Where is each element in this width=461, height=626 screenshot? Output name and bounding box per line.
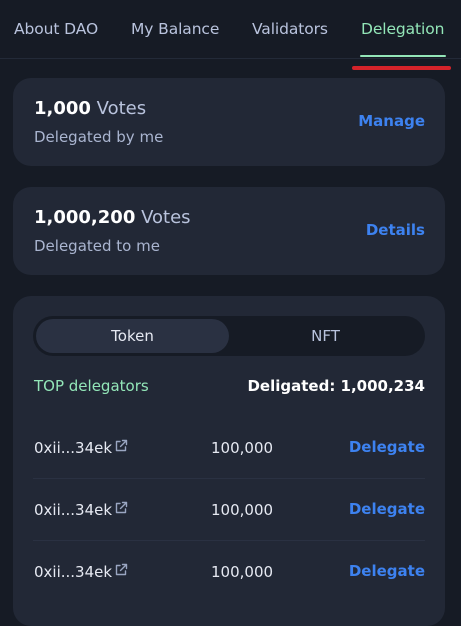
- delegator-address: 0xii...34ek: [34, 439, 113, 457]
- delegated-to-me-unit: Votes: [141, 207, 191, 228]
- delegators-card: Token NFT TOP delegators Deligated: 1,00…: [13, 296, 445, 626]
- delegated-to-me-card: 1,000,200 Votes Delegated to me Details: [13, 187, 445, 275]
- external-link-icon[interactable]: [114, 439, 128, 453]
- top-delegators-title: TOP delegators: [34, 377, 149, 395]
- delegated-by-me-amount: 1,000: [34, 98, 91, 119]
- delegated-to-me-caption: Delegated to me: [34, 237, 160, 255]
- delegate-button[interactable]: Delegate: [349, 562, 425, 580]
- token-nft-toggle: Token NFT: [33, 316, 425, 356]
- table-row: 0xii...34ek 100,000 Delegate: [13, 479, 445, 541]
- annotation-underline: [352, 66, 451, 70]
- tab-about-dao[interactable]: About DAO: [14, 20, 98, 38]
- tab-delegation[interactable]: Delegation: [361, 20, 444, 38]
- delegated-to-me-amount: 1,000,200: [34, 207, 136, 228]
- table-row: 0xii...34ek 100,000 Delegate: [13, 417, 445, 479]
- manage-button[interactable]: Manage: [358, 112, 425, 130]
- delegator-amount: 100,000: [211, 439, 274, 457]
- table-row: 0xii...34ek 100,000 Delegate: [13, 541, 445, 603]
- delegated-by-me-card: 1,000 Votes Delegated by me Manage: [13, 78, 445, 166]
- tab-bar: About DAO My Balance Validators Delegati…: [0, 0, 461, 59]
- delegator-address: 0xii...34ek: [34, 563, 113, 581]
- delegated-total: Deligated: 1,000,234: [247, 377, 425, 395]
- tab-validators[interactable]: Validators: [252, 20, 328, 38]
- tab-my-balance[interactable]: My Balance: [131, 20, 219, 38]
- delegated-to-me-votes: 1,000,200 Votes: [34, 207, 191, 228]
- delegated-by-me-caption: Delegated by me: [34, 128, 164, 146]
- delegate-button[interactable]: Delegate: [349, 438, 425, 456]
- external-link-icon[interactable]: [114, 563, 128, 577]
- toggle-token[interactable]: Token: [36, 319, 229, 353]
- delegated-by-me-votes: 1,000 Votes: [34, 98, 146, 119]
- delegate-button[interactable]: Delegate: [349, 500, 425, 518]
- details-button[interactable]: Details: [366, 221, 425, 239]
- external-link-icon[interactable]: [114, 501, 128, 515]
- delegator-amount: 100,000: [211, 501, 274, 519]
- active-tab-indicator: [360, 55, 446, 57]
- delegated-by-me-unit: Votes: [96, 98, 147, 119]
- delegator-address: 0xii...34ek: [34, 501, 113, 519]
- delegator-amount: 100,000: [211, 563, 274, 581]
- toggle-nft[interactable]: NFT: [229, 319, 422, 353]
